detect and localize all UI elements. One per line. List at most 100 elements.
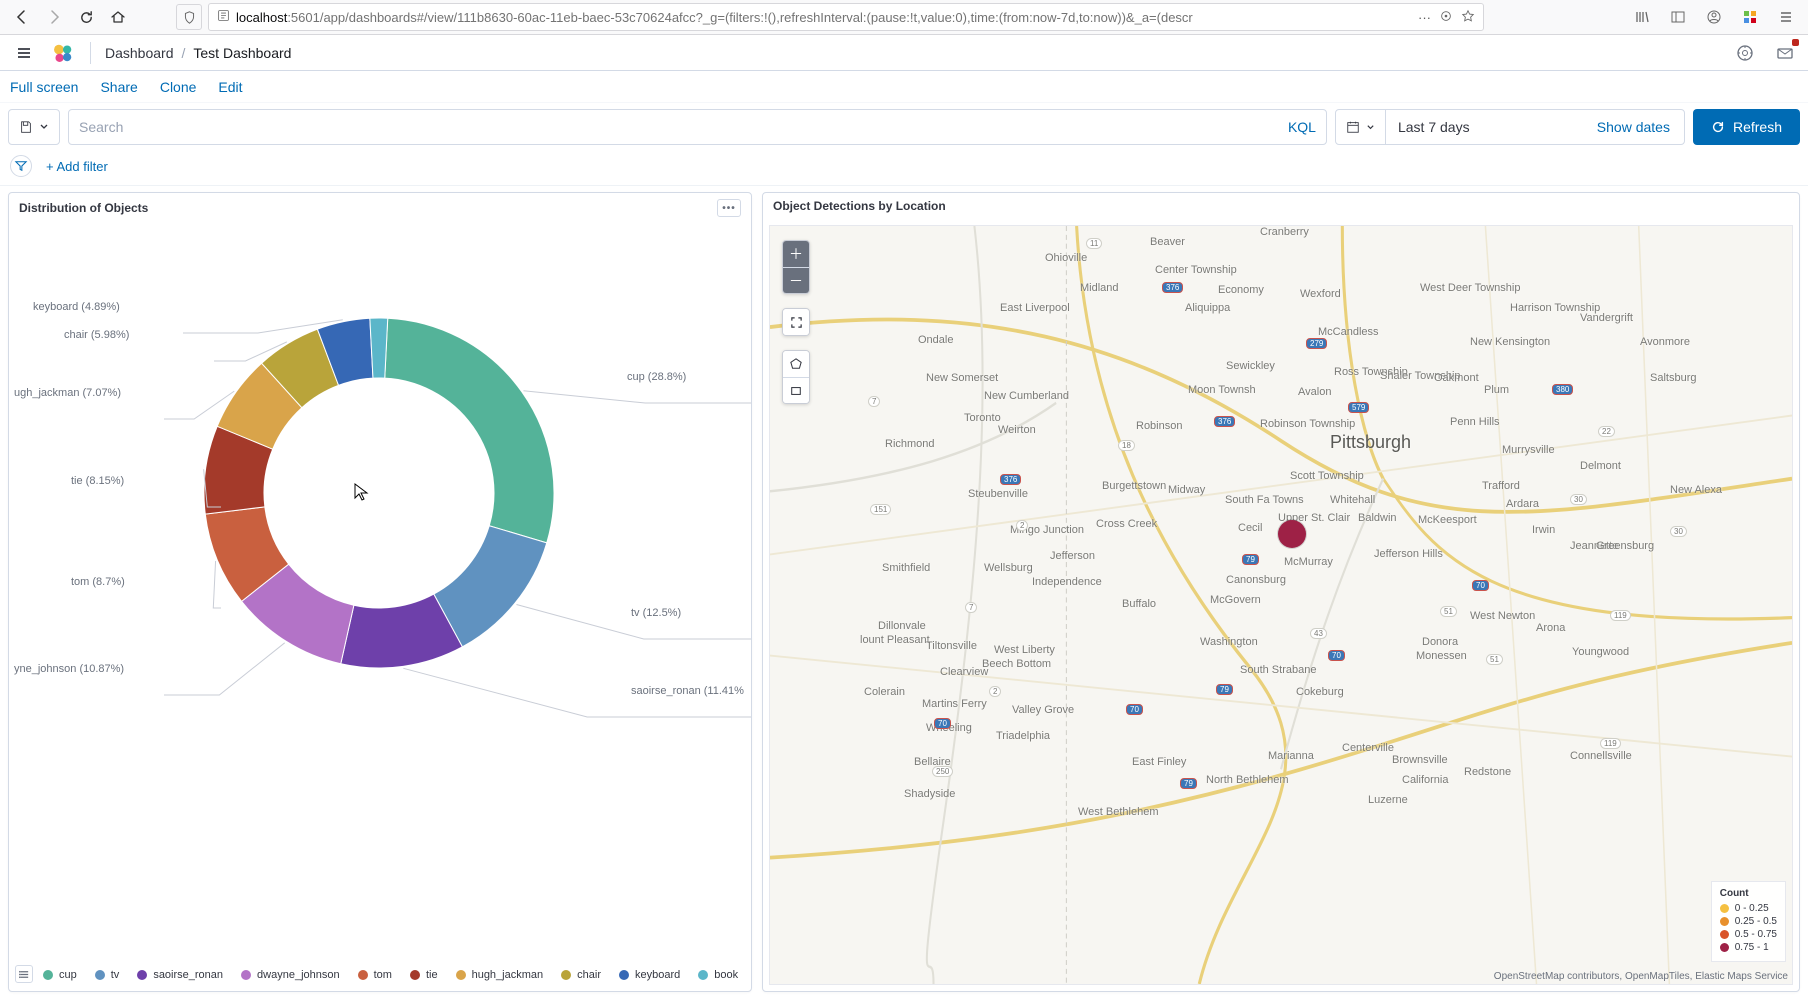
map-city-label: Canonsburg [1226, 574, 1286, 586]
legend-item[interactable]: cup [43, 969, 77, 981]
breadcrumb: Dashboard / Test Dashboard [105, 45, 291, 61]
legend-swatch [698, 970, 708, 980]
map-city-label: Greensburg [1596, 540, 1654, 552]
map-city-label: West Bethlehem [1078, 806, 1159, 818]
legend-item[interactable]: chair [561, 969, 601, 981]
filter-options-icon[interactable] [10, 155, 32, 177]
refresh-button[interactable]: Refresh [1693, 109, 1800, 145]
page-info-icon[interactable] [217, 9, 230, 25]
url-bar[interactable]: localhost :5601/app/dashboards#/view/111… [208, 3, 1484, 31]
map-city-label: Center Township [1155, 264, 1237, 276]
slice-label-keyboard: keyboard (4.89%) [33, 301, 120, 313]
map-city-label: Weirton [998, 424, 1036, 436]
map-city-label: Baldwin [1358, 512, 1397, 524]
reload-icon[interactable] [72, 3, 100, 31]
road-shield: 376 [1000, 474, 1021, 485]
map-city-label: Cecil [1238, 522, 1262, 534]
header-right [1734, 42, 1796, 64]
date-range-label[interactable]: Last 7 days [1386, 119, 1482, 135]
refresh-label: Refresh [1733, 119, 1782, 135]
panel-distribution: Distribution of Objects ••• cup (28.8%) … [8, 192, 752, 992]
panel-title: Distribution of Objects [19, 201, 148, 215]
map-city-label: Wellsburg [984, 562, 1033, 574]
draw-polygon-icon[interactable] [783, 351, 809, 377]
map-city-label: Midland [1080, 282, 1119, 294]
help-icon[interactable] [1734, 42, 1756, 64]
map-legend: Count 0 - 0.250.25 - 0.50.5 - 0.750.75 -… [1711, 881, 1786, 962]
legend-swatch [1720, 917, 1729, 926]
legend-item[interactable]: book [698, 969, 738, 981]
map-city-label: Pittsburgh [1330, 432, 1411, 453]
road-shield: 70 [1328, 650, 1345, 661]
fullscreen-link[interactable]: Full screen [10, 79, 78, 95]
map-controls: ＋ － [782, 240, 810, 404]
map-city-label: New Alexa [1670, 484, 1722, 496]
chevron-down-icon [39, 122, 49, 132]
map-city-label: Cranberry [1260, 226, 1309, 238]
map-city-label: Washington [1200, 636, 1258, 648]
breadcrumb-dashboard[interactable]: Dashboard [105, 45, 174, 61]
map-city-label: Steubenville [968, 488, 1028, 500]
elastic-logo-icon[interactable] [52, 42, 74, 64]
legend-label: hugh_jackman [472, 969, 544, 981]
show-dates-link[interactable]: Show dates [1583, 119, 1684, 135]
map-city-label: Brownsville [1392, 754, 1448, 766]
date-picker: Last 7 days Show dates [1335, 109, 1685, 145]
map-city-label: Richmond [885, 438, 935, 450]
nav-toggle-icon[interactable] [12, 41, 36, 65]
map-legend-title: Count [1720, 888, 1777, 899]
reader-icon[interactable] [1439, 9, 1453, 26]
road-shield: 70 [1126, 704, 1143, 715]
fit-bounds-icon[interactable] [783, 309, 809, 335]
shield-icon[interactable] [176, 4, 202, 30]
search-input-wrap: KQL [68, 109, 1327, 145]
map-city-label: Colerain [864, 686, 905, 698]
map-canvas[interactable]: PittsburghBeaverOhiovilleCenter Township… [769, 225, 1793, 985]
account-icon[interactable] [1700, 3, 1728, 31]
legend-item[interactable]: tom [358, 969, 392, 981]
extensions-icon[interactable] [1736, 3, 1764, 31]
share-link[interactable]: Share [100, 79, 137, 95]
draw-bounds-icon[interactable] [783, 377, 809, 403]
legend-range-label: 0.25 - 0.5 [1735, 916, 1777, 927]
legend-toggle-icon[interactable] [15, 965, 33, 983]
library-icon[interactable] [1628, 3, 1656, 31]
donut-chart[interactable]: cup (28.8%) tv (12.5%) saoirse_ronan (11… [9, 223, 751, 991]
saved-query-button[interactable] [8, 109, 60, 145]
menu-icon[interactable] [1772, 3, 1800, 31]
map-city-label: Aliquippa [1185, 302, 1230, 314]
clone-link[interactable]: Clone [160, 79, 197, 95]
map-city-label: Irwin [1532, 524, 1555, 536]
zoom-out-icon[interactable]: － [783, 267, 809, 293]
forward-icon[interactable] [40, 3, 68, 31]
home-icon[interactable] [104, 3, 132, 31]
legend-item[interactable]: dwayne_johnson [241, 969, 340, 981]
legend-item[interactable]: saoirse_ronan [137, 969, 223, 981]
map-city-label: Midway [1168, 484, 1205, 496]
road-shield: 376 [1214, 416, 1235, 427]
add-filter-button[interactable]: + Add filter [46, 159, 108, 174]
detection-cluster[interactable] [1278, 520, 1306, 548]
newsfeed-icon[interactable] [1774, 42, 1796, 64]
sidebar-icon[interactable] [1664, 3, 1692, 31]
road-shield: 22 [1598, 426, 1615, 437]
legend-item[interactable]: hugh_jackman [456, 969, 544, 981]
legend-swatch [95, 970, 105, 980]
zoom-in-icon[interactable]: ＋ [783, 241, 809, 267]
edit-link[interactable]: Edit [218, 79, 242, 95]
panel-options-icon[interactable]: ••• [717, 199, 741, 217]
bookmark-star-icon[interactable] [1461, 9, 1475, 26]
legend-label: tie [426, 969, 438, 981]
date-quick-button[interactable] [1336, 110, 1386, 144]
ellipsis-icon[interactable]: ··· [1418, 10, 1431, 25]
back-icon[interactable] [8, 3, 36, 31]
kql-toggle[interactable]: KQL [1288, 119, 1316, 135]
road-shield: 30 [1670, 526, 1687, 537]
legend-item[interactable]: keyboard [619, 969, 680, 981]
query-bar: KQL Last 7 days Show dates Refresh [0, 103, 1808, 151]
search-input[interactable] [79, 119, 1278, 135]
legend-item[interactable]: tie [410, 969, 438, 981]
panel-map: Object Detections by Location [762, 192, 1800, 992]
map-city-label: East Finley [1132, 756, 1186, 768]
legend-item[interactable]: tv [95, 969, 120, 981]
